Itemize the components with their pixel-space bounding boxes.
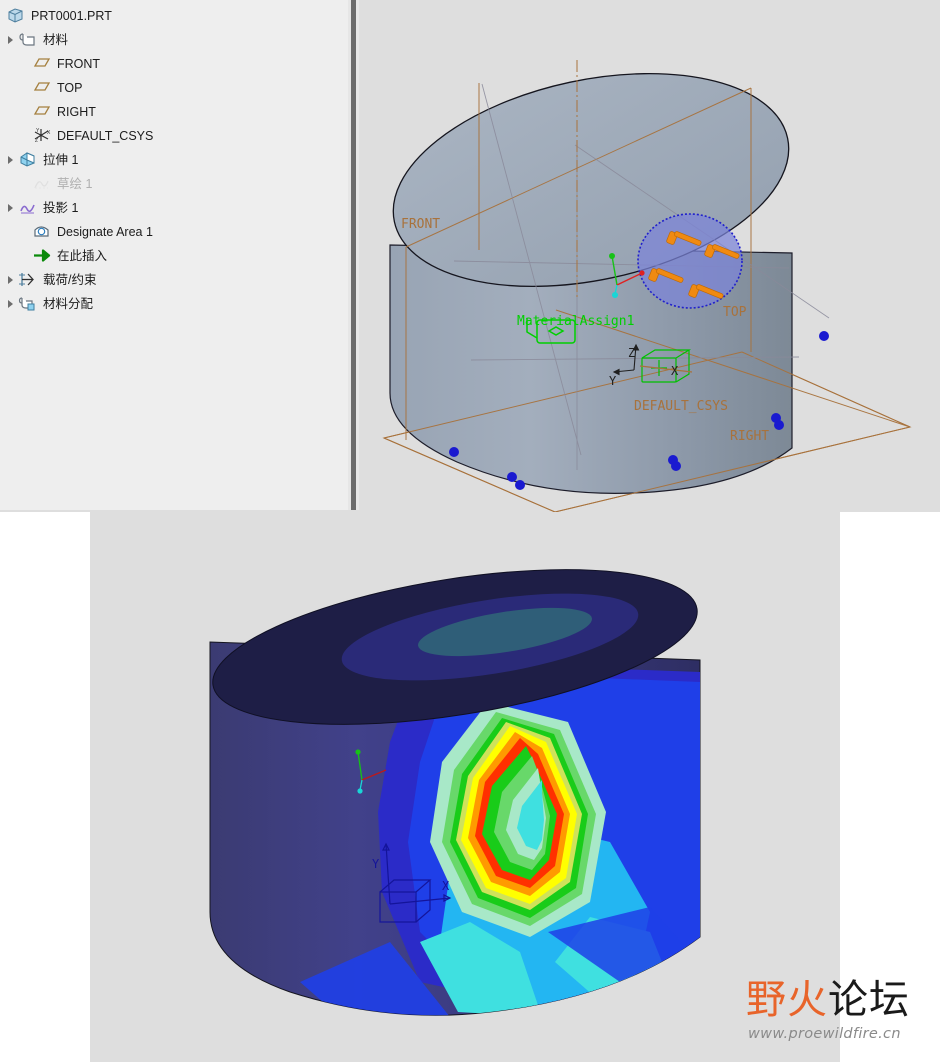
tree-item-label: FRONT xyxy=(57,57,101,71)
watermark-text-black: 论坛 xyxy=(828,977,910,1023)
model-tree-list: PRT0001.PRT 材料 FRONT TOP RIGHT Y Z X DEFAULT_CSY… xyxy=(0,0,348,316)
fea-results-window[interactable]: Y X xyxy=(90,512,840,1062)
model-tree-panel: PRT0001.PRT 材料 FRONT TOP RIGHT Y Z X DEFAULT_CSY… xyxy=(0,0,349,510)
datum-plane-icon xyxy=(32,103,52,121)
tree-item-label: RIGHT xyxy=(57,105,96,119)
datum-plane-icon xyxy=(32,79,52,97)
tree-item-0[interactable]: PRT0001.PRT xyxy=(0,4,348,28)
tree-item-label: DEFAULT_CSYS xyxy=(57,129,154,143)
extrude-icon xyxy=(18,151,38,169)
tree-item-label: 草绘 1 xyxy=(57,177,93,191)
project-icon xyxy=(18,199,38,217)
site-watermark: 野火论坛 www.proewildfire.cn xyxy=(746,978,932,1054)
tree-item-11[interactable]: 载荷/约束 xyxy=(0,268,348,292)
tree-item-8[interactable]: 投影 1 xyxy=(0,196,348,220)
label-right-plane: RIGHT xyxy=(730,429,769,444)
scrollbar-thumb[interactable] xyxy=(351,0,356,510)
tree-item-label: 材料分配 xyxy=(43,297,94,311)
axis-label-x: X xyxy=(671,364,679,378)
model-scene: FRONT TOP RIGHT DEFAULT_CSYS MaterialAss… xyxy=(382,60,912,512)
load-constraint-icon xyxy=(18,271,38,289)
model-tree-scrollbar[interactable] xyxy=(348,0,359,510)
svg-text:Y: Y xyxy=(36,128,40,134)
material-assign-icon xyxy=(18,295,38,313)
expander-arrow-icon[interactable] xyxy=(4,28,18,52)
csys-icon: YZ X xyxy=(32,127,52,145)
watermark-url: www.proewildfire.cn xyxy=(748,1026,901,1042)
tree-item-label: PRT0001.PRT xyxy=(31,9,112,23)
insert-here-icon xyxy=(32,247,52,265)
tree-item-label: 材料 xyxy=(43,33,69,47)
tree-item-6[interactable]: 拉伸 1 xyxy=(0,148,348,172)
designate-area-icon xyxy=(32,223,52,241)
fea-axis-label-x: X xyxy=(442,879,450,893)
tree-item-label: 在此插入 xyxy=(57,249,108,263)
material-icon xyxy=(18,31,38,49)
model-window: PRT0001.PRT 材料 FRONT TOP RIGHT Y Z X DEFAULT_CSY… xyxy=(0,0,940,512)
tree-item-label: 载荷/约束 xyxy=(43,273,97,287)
axis-label-z: Z xyxy=(628,346,635,360)
label-top-plane: TOP xyxy=(723,305,747,320)
svg-text:X: X xyxy=(47,130,51,136)
label-csys: DEFAULT_CSYS xyxy=(634,399,728,414)
tree-item-label: TOP xyxy=(57,81,83,95)
tree-item-10[interactable]: 在此插入 xyxy=(0,244,348,268)
tree-item-12[interactable]: 材料分配 xyxy=(0,292,348,316)
tree-item-2[interactable]: FRONT xyxy=(0,52,348,76)
fea-scene: Y X xyxy=(209,569,701,1016)
tree-item-1[interactable]: 材料 xyxy=(0,28,348,52)
tree-item-5[interactable]: Y Z X DEFAULT_CSYS xyxy=(0,124,348,148)
tree-item-9[interactable]: Designate Area 1 xyxy=(0,220,348,244)
tree-item-3[interactable]: TOP xyxy=(0,76,348,100)
tree-item-label: Designate Area 1 xyxy=(57,225,153,239)
tree-item-4[interactable]: RIGHT xyxy=(0,100,348,124)
expander-arrow-icon[interactable] xyxy=(4,196,18,220)
expander-arrow-icon[interactable] xyxy=(4,292,18,316)
watermark-text-orange: 野火 xyxy=(746,977,828,1023)
part-icon xyxy=(6,7,26,25)
model-viewport[interactable]: FRONT TOP RIGHT DEFAULT_CSYS MaterialAss… xyxy=(359,0,940,512)
tree-item-label: 投影 1 xyxy=(43,201,79,215)
fea-axis-label-y: Y xyxy=(372,857,380,871)
label-front-plane: FRONT xyxy=(401,217,440,232)
expander-arrow-icon[interactable] xyxy=(4,148,18,172)
label-material-assign: MaterialAssign1 xyxy=(517,314,634,329)
axis-label-y: Y xyxy=(609,374,617,388)
tree-item-label: 拉伸 1 xyxy=(43,153,79,167)
tree-item-7[interactable]: 草绘 1 xyxy=(0,172,348,196)
svg-text:Z: Z xyxy=(35,138,38,144)
sketch-icon xyxy=(32,175,52,193)
expander-arrow-icon[interactable] xyxy=(4,268,18,292)
datum-plane-icon xyxy=(32,55,52,73)
